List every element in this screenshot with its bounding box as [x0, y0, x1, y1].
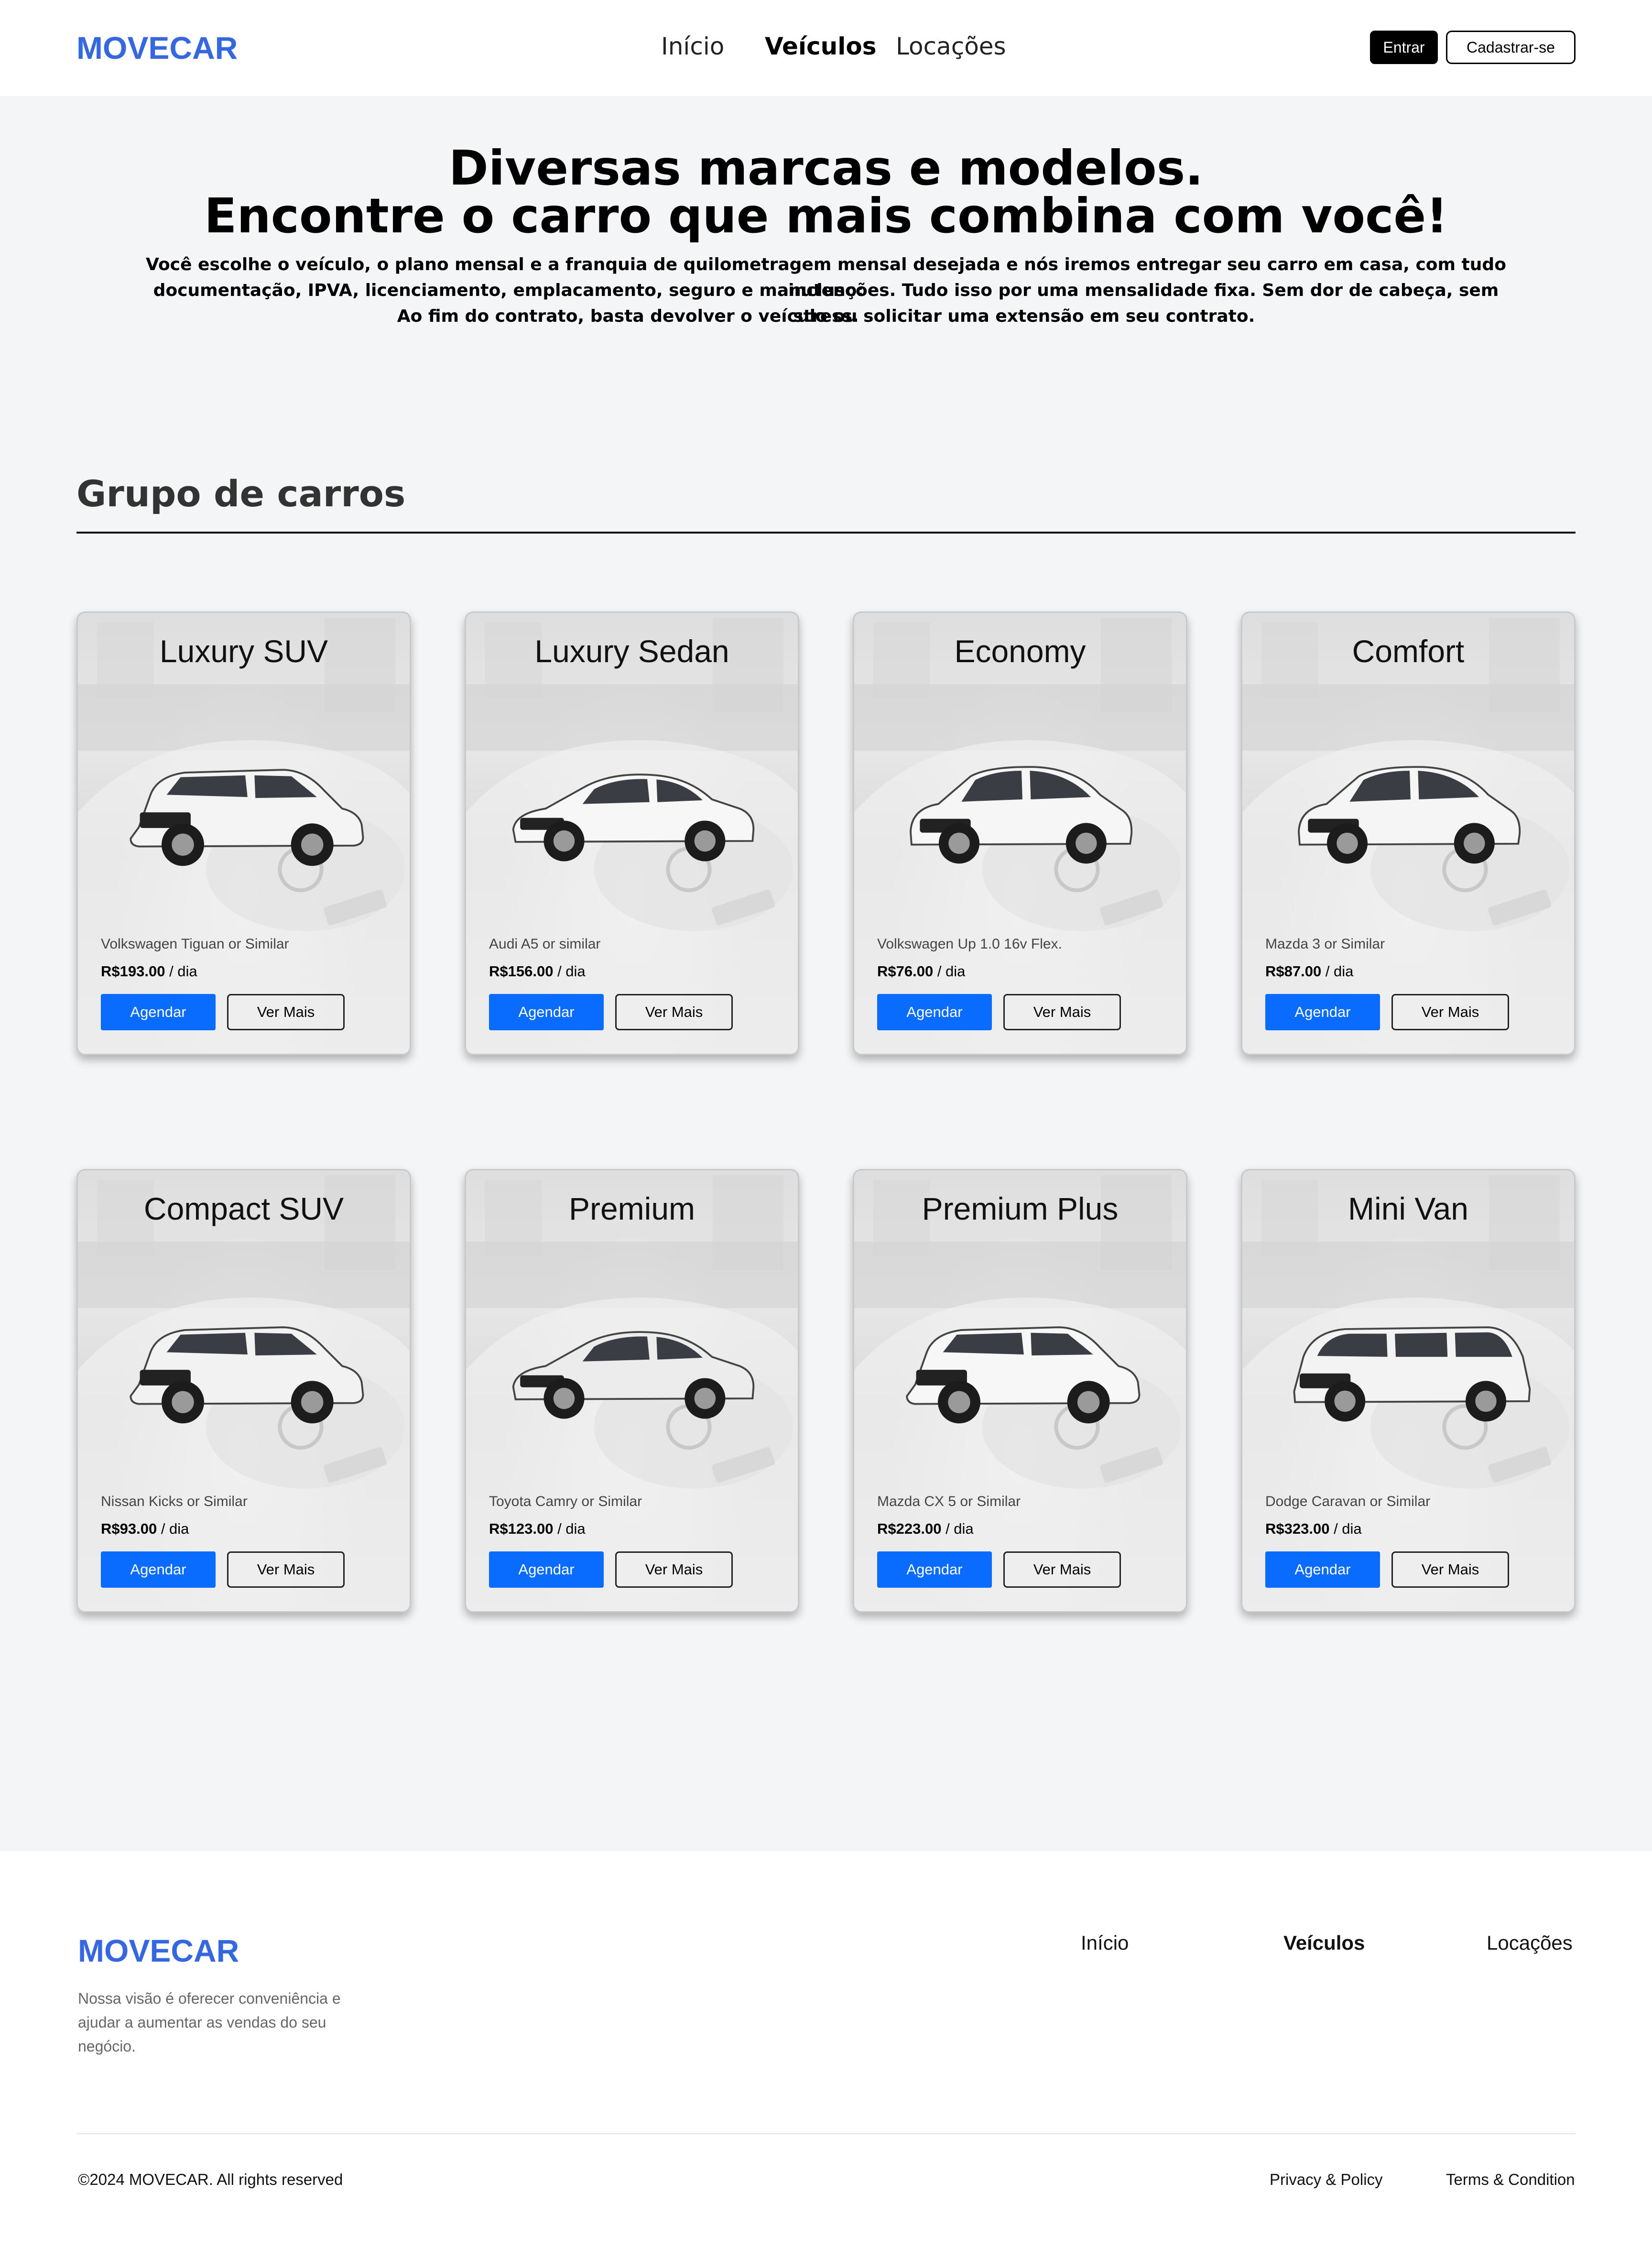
car-card: Economy Volkswagen Up 1.0 16v Flex. R$76.0… [853, 611, 1187, 1055]
car-card: Premium Plus Mazda CX 5 or Similar R$223.0… [853, 1169, 1187, 1613]
car-model: Mazda CX 5 or Similar [877, 1494, 1021, 1509]
car-price-value: R$76.00 [877, 963, 934, 980]
car-group-name: Comfort [1352, 633, 1465, 669]
car-model: Toyota Camry or Similar [489, 1494, 642, 1509]
copyright-text: ©2024 MOVECAR. All rights reserved [78, 2171, 343, 2188]
schedule-button[interactable]: Agendar [101, 994, 216, 1030]
schedule-button[interactable]: Agendar [489, 994, 604, 1030]
car-price-value: R$156.00 [489, 963, 554, 980]
brand-logo[interactable]: MOVECAR [76, 30, 238, 66]
nav-link-inicio[interactable]: Início [661, 33, 724, 60]
see-more-button[interactable]: Ver Mais [1003, 994, 1121, 1030]
car-price: R$123.00 / dia [489, 1520, 586, 1538]
car-card: Luxury Sedan Audi A5 or similar R$156.00 /… [465, 611, 799, 1055]
car-price-value: R$193.00 [101, 963, 165, 980]
footer-link-veiculos[interactable]: Veículos [1283, 1932, 1365, 1954]
car-price-unit: / dia [933, 963, 966, 980]
footer-link-locacoes[interactable]: Locações [1487, 1932, 1573, 1954]
see-more-button[interactable]: Ver Mais [227, 1551, 345, 1588]
car-model: Mazda 3 or Similar [1265, 936, 1385, 952]
minivan-icon [1293, 1326, 1531, 1422]
footer-logo[interactable]: MOVECAR [78, 1932, 239, 1969]
section-divider [76, 532, 1576, 534]
car-price: R$193.00 / dia [101, 963, 197, 980]
car-group-name: Premium Plus [922, 1191, 1119, 1226]
car-card: Premium Toyota Camry or Similar R$123.00 /… [465, 1169, 799, 1613]
schedule-button[interactable]: Agendar [489, 1551, 604, 1588]
car-price: R$323.00 / dia [1265, 1520, 1362, 1538]
car-model: Audi A5 or similar [489, 936, 601, 952]
car-price-value: R$87.00 [1265, 963, 1322, 980]
car-price-unit: / dia [157, 1520, 189, 1537]
car-card: Compact SUV Nissan Kicks or Similar R$93.0… [76, 1169, 411, 1613]
car-price: R$76.00 / dia [877, 963, 965, 980]
suv-icon [130, 1326, 364, 1424]
site-header: MOVECAR Início Veículos Locações Entrar … [0, 0, 1652, 96]
hatchback-icon [910, 766, 1133, 864]
footer-tagline: Nossa visão é oferecer conveniência e aj… [78, 1990, 341, 2055]
car-price-value: R$223.00 [877, 1520, 942, 1537]
see-more-button[interactable]: Ver Mais [1391, 1551, 1509, 1588]
schedule-button[interactable]: Agendar [877, 1551, 992, 1588]
site-footer: MOVECAR Nossa visão é oferecer conveniên… [0, 1851, 1652, 2248]
car-price: R$156.00 / dia [489, 963, 586, 980]
car-model: Volkswagen Up 1.0 16v Flex. [877, 936, 1062, 952]
car-price: R$87.00 / dia [1265, 963, 1353, 980]
hero-title-line1: Diversas marcas e modelos. [448, 140, 1204, 196]
car-price-unit: / dia [941, 1520, 974, 1537]
sedan-icon [512, 1331, 755, 1419]
terms-condition-link[interactable]: Terms & Condition [1446, 2171, 1575, 2189]
privacy-policy-link[interactable]: Privacy & Policy [1270, 2171, 1383, 2189]
sedan-icon [512, 774, 755, 862]
car-price-value: R$123.00 [489, 1520, 554, 1537]
suv-icon [130, 769, 364, 866]
car-model: Volkswagen Tiguan or Similar [101, 936, 289, 952]
car-price-unit: / dia [1329, 1520, 1362, 1537]
see-more-button[interactable]: Ver Mais [1003, 1551, 1121, 1588]
car-price: R$223.00 / dia [877, 1520, 974, 1538]
car-group-name: Luxury Sedan [534, 633, 729, 669]
see-more-button[interactable]: Ver Mais [227, 994, 345, 1030]
hero-title-line2: Encontre o carro que mais combina com vo… [204, 188, 1448, 244]
car-group-name: Compact SUV [143, 1191, 344, 1226]
car-group-name: Premium [568, 1191, 696, 1226]
nav-link-locacoes[interactable]: Locações [896, 33, 1006, 60]
car-price-unit: / dia [1321, 963, 1354, 980]
see-more-button[interactable]: Ver Mais [1391, 994, 1509, 1030]
car-group-name: Economy [954, 633, 1086, 669]
car-price-value: R$93.00 [101, 1520, 157, 1537]
car-price-unit: / dia [553, 1520, 586, 1537]
signup-button[interactable]: Cadastrar-se [1446, 31, 1576, 64]
schedule-button[interactable]: Agendar [1265, 1551, 1380, 1588]
nav-link-veiculos[interactable]: Veículos [765, 33, 877, 60]
see-more-button[interactable]: Ver Mais [615, 1551, 733, 1588]
schedule-button[interactable]: Agendar [877, 994, 992, 1030]
car-group-name: Luxury SUV [159, 633, 328, 669]
car-card: Luxury SUV Volkswagen Tiguan or Similar R$… [76, 611, 411, 1055]
car-price-unit: / dia [165, 963, 197, 980]
section-title: Grupo de carros [76, 472, 406, 515]
see-more-button[interactable]: Ver Mais [615, 994, 733, 1030]
footer-link-inicio[interactable]: Início [1081, 1932, 1129, 1954]
suv-icon [906, 1326, 1141, 1424]
car-card: Comfort Mazda 3 or Similar R$87.00 / dia Ag… [1241, 611, 1576, 1055]
hero-description-line3: Ao fim do contrato, basta devolver o veí… [397, 306, 1255, 326]
car-group-name: Mini Van [1348, 1191, 1468, 1226]
schedule-button[interactable]: Agendar [1265, 994, 1380, 1030]
schedule-button[interactable]: Agendar [101, 1551, 216, 1588]
hatchback-icon [1298, 766, 1521, 864]
car-card: Mini Van Dodge Caravan or Similar R$323.00… [1241, 1169, 1576, 1613]
login-button[interactable]: Entrar [1370, 31, 1438, 64]
footer-divider [76, 2133, 1576, 2134]
car-model: Dodge Caravan or Similar [1265, 1494, 1431, 1509]
car-model: Nissan Kicks or Similar [101, 1494, 248, 1509]
car-price: R$93.00 / dia [101, 1520, 189, 1538]
car-price-unit: / dia [553, 963, 586, 980]
car-price-value: R$323.00 [1265, 1520, 1330, 1537]
